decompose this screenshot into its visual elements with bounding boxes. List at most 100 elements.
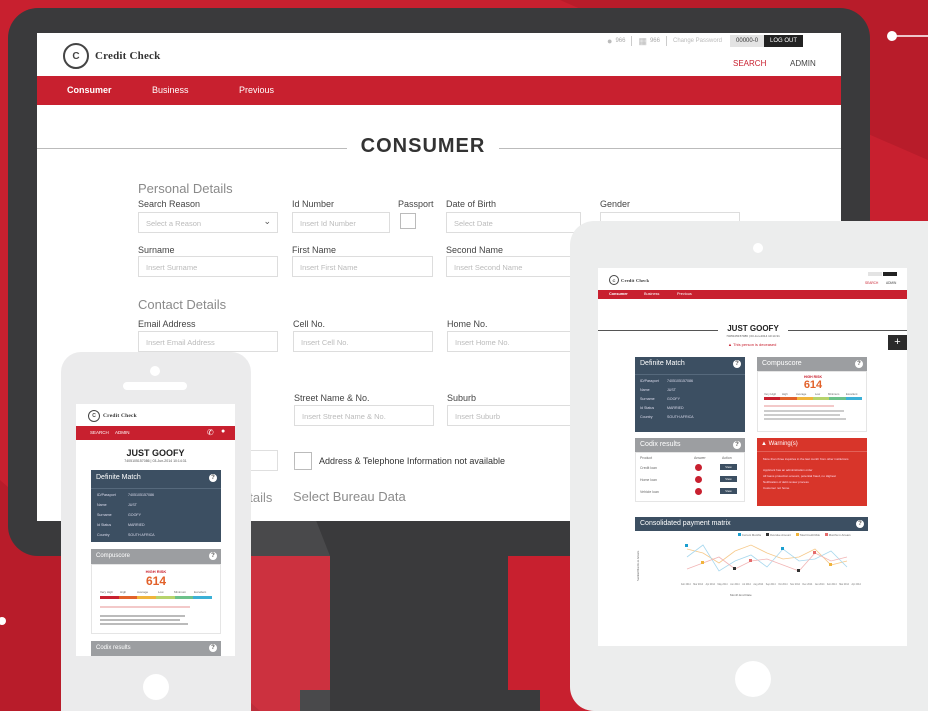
codix-row: Credit loan bbox=[640, 466, 657, 470]
dob-input[interactable]: Select Date bbox=[446, 212, 581, 233]
help-icon[interactable]: ? bbox=[209, 644, 217, 652]
nav-business[interactable]: Business bbox=[152, 85, 189, 95]
warnings-title: ▲ Warning(s) bbox=[761, 441, 798, 447]
passport-checkbox[interactable] bbox=[400, 213, 416, 229]
admin-link[interactable]: ADMIN bbox=[790, 59, 816, 68]
monitor-stand bbox=[330, 556, 508, 711]
main-nav: Consumer Business Previous bbox=[37, 76, 841, 105]
tablet-expand-button[interactable]: + bbox=[888, 335, 907, 350]
tablet-warnings-card: ▲ Warning(s) More than three inquiries i… bbox=[757, 438, 867, 506]
warning-item: Customer not home bbox=[763, 486, 790, 490]
warning-item: Notification of debt review process bbox=[763, 480, 809, 484]
tablet-admin-link[interactable]: ADMIN bbox=[886, 281, 896, 285]
warning-item: All loans protection amount, potential f… bbox=[763, 474, 836, 478]
phone-compuscore-body: HIGH RISK 614 Very High High Average Low… bbox=[91, 564, 221, 634]
view-button[interactable]: View bbox=[720, 476, 737, 482]
passport-label: Passport bbox=[398, 199, 434, 209]
phone-nav-search[interactable]: SEARCH bbox=[90, 430, 109, 435]
phone-codix-header: Codix results? bbox=[91, 641, 221, 656]
tablet-logout-button[interactable] bbox=[883, 272, 897, 276]
page-title: CONSUMER bbox=[360, 135, 486, 157]
suburb-input[interactable]: Insert Suburb bbox=[447, 405, 587, 426]
warning-item: Applicant has an administration order bbox=[763, 468, 813, 472]
street-input[interactable]: Insert Street Name & No. bbox=[294, 405, 434, 426]
branch-count: 966 bbox=[649, 38, 660, 44]
x-tick: Aug 2014 bbox=[753, 584, 764, 586]
x-tick: May 2014 bbox=[717, 584, 728, 586]
x-tick: Apr 2014 bbox=[705, 584, 715, 586]
matrix-xlabel: Month End Date bbox=[730, 593, 752, 597]
search-reason-select[interactable]: Select a Reason ⌄ bbox=[138, 212, 278, 233]
user-count: 966 bbox=[615, 38, 626, 44]
dm-label: Country bbox=[97, 533, 110, 537]
x-tick: Feb 2014 bbox=[826, 584, 837, 586]
view-button[interactable]: View bbox=[720, 464, 737, 470]
change-password-link[interactable]: Change Password bbox=[673, 38, 722, 44]
tablet-brand-logo[interactable]: C Credit Check bbox=[609, 275, 649, 285]
brand-logo[interactable]: C Credit Check bbox=[63, 43, 160, 69]
x-tick: Feb 2014 bbox=[681, 584, 691, 586]
dm-label: Surname bbox=[640, 397, 655, 401]
user-icon[interactable]: ● bbox=[221, 428, 225, 435]
title-rule-left bbox=[37, 148, 347, 149]
risk-tick: Excellent bbox=[846, 392, 858, 396]
phone-brand-logo[interactable]: C Credit Check bbox=[88, 410, 137, 422]
tablet-home-button[interactable] bbox=[735, 661, 771, 697]
warning-icon: ▲ bbox=[728, 342, 732, 347]
surname-input[interactable]: Insert Surname bbox=[138, 256, 278, 277]
risk-tick: Average bbox=[796, 392, 807, 396]
risk-tick: Minimum bbox=[828, 392, 840, 396]
second-name-input[interactable]: Insert Second Name bbox=[446, 256, 586, 277]
id-number-input[interactable]: Insert Id Number bbox=[292, 212, 390, 233]
dm-label: Country bbox=[640, 415, 653, 419]
dm-label: Id Status bbox=[97, 523, 112, 527]
risk-scale-bar bbox=[764, 397, 862, 400]
view-button[interactable]: View bbox=[720, 488, 737, 494]
search-link[interactable]: SEARCH bbox=[733, 59, 766, 68]
cell-input[interactable]: Insert Cell No. bbox=[293, 331, 433, 352]
x-tick: Nov 2014 bbox=[790, 584, 800, 586]
phone-definite-match-body: ID/Passport 7405105157086 Name JUST Surn… bbox=[91, 486, 221, 542]
address-unavailable-checkbox[interactable] bbox=[294, 452, 312, 470]
help-icon[interactable]: ? bbox=[733, 441, 741, 449]
x-tick: Mar 2014 bbox=[839, 584, 849, 586]
tablet-nav-consumer[interactable]: Consumer bbox=[609, 292, 628, 296]
risk-tick: Low bbox=[815, 392, 821, 396]
reject-icon bbox=[695, 476, 702, 483]
chevron-down-icon: ⌄ bbox=[263, 216, 271, 226]
x-tick: Sep 2014 bbox=[765, 584, 776, 586]
help-icon[interactable]: ? bbox=[209, 552, 217, 560]
phone-home-button[interactable] bbox=[143, 674, 169, 700]
help-icon[interactable]: ? bbox=[733, 360, 741, 368]
phone-person-name: JUST GOOFY bbox=[126, 448, 185, 458]
codix-col: Answer bbox=[694, 456, 706, 460]
tablet-nav-business[interactable]: Business bbox=[644, 292, 659, 296]
tablet-nav-previous[interactable]: Previous bbox=[677, 292, 692, 296]
risk-tick: Very High bbox=[764, 392, 777, 396]
tablet-search-link[interactable]: SEARCH bbox=[865, 281, 878, 285]
score-value: 614 bbox=[145, 574, 167, 588]
nav-consumer[interactable]: Consumer bbox=[67, 85, 112, 95]
dm-label: ID/Passport bbox=[97, 493, 116, 497]
logout-button[interactable]: LOG OUT bbox=[764, 35, 804, 47]
phone-speaker bbox=[123, 382, 187, 390]
help-icon[interactable]: ? bbox=[209, 474, 217, 482]
nav-previous[interactable]: Previous bbox=[239, 85, 274, 95]
dm-value: JUST bbox=[128, 503, 137, 507]
first-name-input[interactable]: Insert First Name bbox=[292, 256, 433, 277]
home-input[interactable]: Insert Home No. bbox=[447, 331, 587, 352]
logo-mark-icon: C bbox=[63, 43, 89, 69]
email-input[interactable]: Insert Email Address bbox=[138, 331, 278, 352]
phone-nav-admin[interactable]: ADMIN bbox=[115, 430, 130, 435]
phone-icon[interactable]: ✆ bbox=[207, 428, 214, 437]
help-icon[interactable]: ? bbox=[855, 360, 863, 368]
dm-value: 7405105157086 bbox=[128, 493, 154, 497]
x-tick: Mar 2014 bbox=[693, 584, 703, 586]
help-icon[interactable]: ? bbox=[856, 520, 864, 528]
tablet-payment-matrix-body: Current Months Overdue Amount Total Cred… bbox=[635, 531, 868, 601]
tablet-title-rule-left bbox=[598, 330, 718, 331]
tablet-definite-match-header: Definite Match? bbox=[635, 357, 745, 371]
tablet-main-nav: Consumer Business Previous bbox=[598, 290, 907, 299]
risk-tick: High bbox=[782, 392, 788, 396]
matrix-ylabel: Number/Months in Arrears bbox=[637, 550, 640, 581]
